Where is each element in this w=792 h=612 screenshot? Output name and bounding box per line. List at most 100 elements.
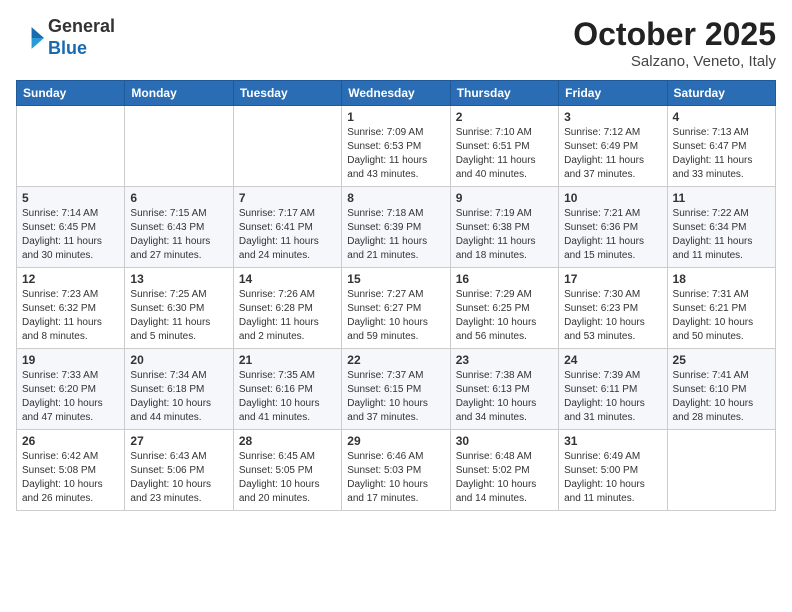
title-block: October 2025 Salzano, Veneto, Italy — [573, 16, 776, 70]
day-number: 13 — [130, 272, 227, 286]
weekday-header-monday: Monday — [125, 81, 233, 106]
day-cell: 31 Sunrise: 6:49 AMSunset: 5:00 PMDayligh… — [559, 430, 667, 511]
day-info: Sunrise: 7:18 AMSunset: 6:39 PMDaylight:… — [347, 207, 444, 263]
day-info: Sunrise: 7:09 AMSunset: 6:53 PMDaylight:… — [347, 126, 444, 182]
day-cell: 8 Sunrise: 7:18 AMSunset: 6:39 PMDaylight… — [342, 187, 450, 268]
day-number: 7 — [239, 191, 336, 205]
day-cell — [125, 106, 233, 187]
day-number: 23 — [456, 353, 553, 367]
day-cell: 27Sunrise: 6:43 AMSunset: 5:06 PMDayligh… — [125, 430, 233, 511]
day-info: Sunrise: 6:42 AMSunset: 5:08 PMDaylight:… — [22, 450, 119, 506]
day-number: 30 — [456, 434, 553, 448]
day-number: 15 — [347, 272, 444, 286]
day-number: 25 — [673, 353, 770, 367]
day-info: Sunrise: 6:43 AMSunset: 5:06 PMDaylight:… — [130, 450, 227, 506]
day-info: Sunrise: 7:27 AMSunset: 6:27 PMDaylight:… — [347, 288, 444, 344]
day-cell: 15 Sunrise: 7:27 AMSunset: 6:27 PMDayligh… — [342, 268, 450, 349]
day-cell: 2 Sunrise: 7:10 AMSunset: 6:51 PMDaylight… — [450, 106, 558, 187]
day-cell: 10 Sunrise: 7:21 AMSunset: 6:36 PMDayligh… — [559, 187, 667, 268]
day-cell: 21 Sunrise: 7:35 AMSunset: 6:16 PMDayligh… — [233, 349, 341, 430]
day-info: Sunrise: 6:45 AMSunset: 5:05 PMDaylight:… — [239, 450, 336, 506]
day-cell: 4 Sunrise: 7:13 AMSunset: 6:47 PMDaylight… — [667, 106, 775, 187]
day-number: 24 — [564, 353, 661, 367]
day-cell: 16 Sunrise: 7:29 AMSunset: 6:25 PMDayligh… — [450, 268, 558, 349]
day-number: 8 — [347, 191, 444, 205]
logo-blue: Blue — [48, 38, 115, 60]
logo: General Blue — [16, 16, 115, 59]
day-cell: 14 Sunrise: 7:26 AMSunset: 6:28 PMDayligh… — [233, 268, 341, 349]
day-info: Sunrise: 7:26 AMSunset: 6:28 PMDaylight:… — [239, 288, 336, 344]
week-row-4: 19Sunrise: 7:33 AMSunset: 6:20 PMDayligh… — [17, 349, 776, 430]
day-number: 22 — [347, 353, 444, 367]
day-number: 4 — [673, 110, 770, 124]
location-subtitle: Salzano, Veneto, Italy — [573, 53, 776, 70]
day-number: 2 — [456, 110, 553, 124]
day-info: Sunrise: 7:30 AMSunset: 6:23 PMDaylight:… — [564, 288, 661, 344]
day-cell: 29 Sunrise: 6:46 AMSunset: 5:03 PMDayligh… — [342, 430, 450, 511]
day-cell: 18 Sunrise: 7:31 AMSunset: 6:21 PMDayligh… — [667, 268, 775, 349]
weekday-header-row: SundayMondayTuesdayWednesdayThursdayFrid… — [17, 81, 776, 106]
day-info: Sunrise: 7:21 AMSunset: 6:36 PMDaylight:… — [564, 207, 661, 263]
day-cell: 26 Sunrise: 6:42 AMSunset: 5:08 PMDayligh… — [17, 430, 125, 511]
day-cell: 20Sunrise: 7:34 AMSunset: 6:18 PMDayligh… — [125, 349, 233, 430]
day-cell: 30 Sunrise: 6:48 AMSunset: 5:02 PMDayligh… — [450, 430, 558, 511]
day-number: 5 — [22, 191, 119, 205]
day-number: 17 — [564, 272, 661, 286]
weekday-header-saturday: Saturday — [667, 81, 775, 106]
day-info: Sunrise: 7:12 AMSunset: 6:49 PMDaylight:… — [564, 126, 661, 182]
day-number: 9 — [456, 191, 553, 205]
day-cell: 19Sunrise: 7:33 AMSunset: 6:20 PMDayligh… — [17, 349, 125, 430]
month-title: October 2025 — [573, 16, 776, 53]
day-cell: 22Sunrise: 7:37 AMSunset: 6:15 PMDayligh… — [342, 349, 450, 430]
page-header: General Blue October 2025 Salzano, Venet… — [16, 16, 776, 70]
day-cell: 12Sunrise: 7:23 AMSunset: 6:32 PMDayligh… — [17, 268, 125, 349]
day-info: Sunrise: 6:48 AMSunset: 5:02 PMDaylight:… — [456, 450, 553, 506]
day-info: Sunrise: 7:19 AMSunset: 6:38 PMDaylight:… — [456, 207, 553, 263]
day-cell — [233, 106, 341, 187]
weekday-header-wednesday: Wednesday — [342, 81, 450, 106]
day-info: Sunrise: 7:25 AMSunset: 6:30 PMDaylight:… — [130, 288, 227, 344]
day-info: Sunrise: 7:13 AMSunset: 6:47 PMDaylight:… — [673, 126, 770, 182]
weekday-header-thursday: Thursday — [450, 81, 558, 106]
day-cell — [17, 106, 125, 187]
day-info: Sunrise: 7:35 AMSunset: 6:16 PMDaylight:… — [239, 369, 336, 425]
day-info: Sunrise: 7:10 AMSunset: 6:51 PMDaylight:… — [456, 126, 553, 182]
week-row-2: 5 Sunrise: 7:14 AMSunset: 6:45 PMDaylight… — [17, 187, 776, 268]
day-info: Sunrise: 6:46 AMSunset: 5:03 PMDaylight:… — [347, 450, 444, 506]
day-cell: 7 Sunrise: 7:17 AMSunset: 6:41 PMDaylight… — [233, 187, 341, 268]
day-cell: 11Sunrise: 7:22 AMSunset: 6:34 PMDayligh… — [667, 187, 775, 268]
week-row-5: 26 Sunrise: 6:42 AMSunset: 5:08 PMDayligh… — [17, 430, 776, 511]
day-cell: 3 Sunrise: 7:12 AMSunset: 6:49 PMDaylight… — [559, 106, 667, 187]
day-info: Sunrise: 6:49 AMSunset: 5:00 PMDaylight:… — [564, 450, 661, 506]
weekday-header-friday: Friday — [559, 81, 667, 106]
day-cell: 1Sunrise: 7:09 AMSunset: 6:53 PMDaylight… — [342, 106, 450, 187]
day-number: 10 — [564, 191, 661, 205]
logo-icon — [16, 24, 44, 52]
day-number: 26 — [22, 434, 119, 448]
logo-text: General Blue — [48, 16, 115, 59]
day-number: 16 — [456, 272, 553, 286]
day-number: 31 — [564, 434, 661, 448]
day-info: Sunrise: 7:15 AMSunset: 6:43 PMDaylight:… — [130, 207, 227, 263]
day-number: 18 — [673, 272, 770, 286]
day-cell: 5 Sunrise: 7:14 AMSunset: 6:45 PMDaylight… — [17, 187, 125, 268]
day-number: 11 — [673, 191, 770, 205]
day-cell: 6Sunrise: 7:15 AMSunset: 6:43 PMDaylight… — [125, 187, 233, 268]
day-info: Sunrise: 7:23 AMSunset: 6:32 PMDaylight:… — [22, 288, 119, 344]
day-info: Sunrise: 7:31 AMSunset: 6:21 PMDaylight:… — [673, 288, 770, 344]
day-number: 14 — [239, 272, 336, 286]
logo-general: General — [48, 16, 115, 38]
weekday-header-tuesday: Tuesday — [233, 81, 341, 106]
day-cell: 13 Sunrise: 7:25 AMSunset: 6:30 PMDayligh… — [125, 268, 233, 349]
calendar-table: SundayMondayTuesdayWednesdayThursdayFrid… — [16, 80, 776, 511]
day-info: Sunrise: 7:29 AMSunset: 6:25 PMDaylight:… — [456, 288, 553, 344]
day-number: 3 — [564, 110, 661, 124]
day-cell: 23Sunrise: 7:38 AMSunset: 6:13 PMDayligh… — [450, 349, 558, 430]
day-info: Sunrise: 7:41 AMSunset: 6:10 PMDaylight:… — [673, 369, 770, 425]
day-number: 29 — [347, 434, 444, 448]
day-number: 21 — [239, 353, 336, 367]
day-info: Sunrise: 7:14 AMSunset: 6:45 PMDaylight:… — [22, 207, 119, 263]
day-info: Sunrise: 7:17 AMSunset: 6:41 PMDaylight:… — [239, 207, 336, 263]
day-info: Sunrise: 7:39 AMSunset: 6:11 PMDaylight:… — [564, 369, 661, 425]
day-cell — [667, 430, 775, 511]
